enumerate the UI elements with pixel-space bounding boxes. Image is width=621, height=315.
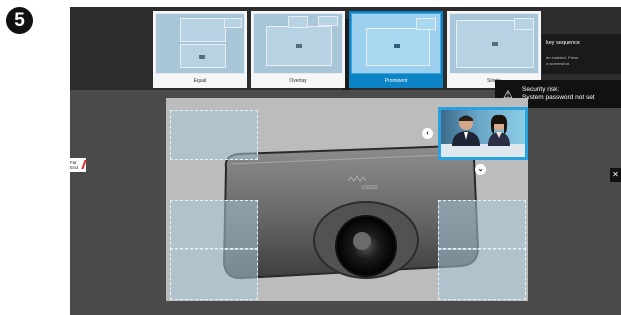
notification-title: key sequence [546, 40, 580, 46]
thumb-overlay [288, 16, 308, 28]
security-alert-title: Security risk: [522, 86, 560, 93]
screenshot-root: 5 Equal Overlay Prominent Single key seq… [0, 0, 621, 315]
notification-panel: key sequence de enabled. Press a screens… [542, 34, 621, 74]
notification-detail: de enabled. Press a screenshot. [546, 55, 617, 67]
far-end-mic-muted-indicator: Far End [70, 158, 87, 172]
video-screen: Equal Overlay Prominent Single key seque… [70, 7, 621, 315]
security-alert-detail: System password not set [522, 94, 595, 101]
mic-muted-icon: ✕ [610, 168, 621, 182]
layout-option-overlay[interactable]: Overlay [251, 11, 345, 88]
security-alert-text: Security risk: System password not set [522, 86, 595, 102]
prominent-video-tile[interactable] [438, 107, 528, 160]
screen-share-icon [492, 42, 498, 46]
layout-thumbnail-equal [155, 13, 245, 74]
participants-video [441, 110, 525, 157]
thumb-self-view [514, 18, 534, 30]
layout-thumbnail-single [449, 13, 539, 74]
thumb-self-view [318, 16, 338, 26]
layout-thumbnail-overlay [253, 13, 343, 74]
chevron-down-icon[interactable]: ⌄ [475, 164, 486, 175]
thumb-prominent [416, 18, 436, 30]
layout-option-single[interactable]: Single [447, 11, 541, 88]
layout-option-equal[interactable]: Equal [153, 11, 247, 88]
screen-share-icon [296, 44, 302, 48]
thumb-pane [180, 18, 226, 42]
thumb-self-view [224, 18, 242, 28]
layout-selector: Equal Overlay Prominent Single [153, 11, 541, 88]
layout-slot-empty [438, 248, 526, 300]
screen-share-icon [199, 55, 205, 59]
layout-label: Overlay [289, 78, 307, 84]
layout-slot-empty [170, 110, 258, 160]
screen-share-icon [394, 44, 400, 48]
chevron-left-icon[interactable]: ‹ [422, 128, 433, 139]
layout-slot-empty [170, 200, 258, 250]
layout-slot-empty [170, 248, 258, 300]
participants-image [441, 114, 525, 157]
device-logo: cisco [362, 184, 378, 191]
layout-label: Equal [193, 78, 207, 84]
layout-thumbnail-prominent [351, 13, 441, 74]
layout-slot-empty [438, 200, 526, 250]
layout-label: Prominent [384, 78, 408, 84]
step-number-badge: 5 [6, 7, 33, 34]
notification-line: a screenshot. [546, 61, 571, 66]
layout-option-prominent[interactable]: Prominent [349, 11, 443, 88]
